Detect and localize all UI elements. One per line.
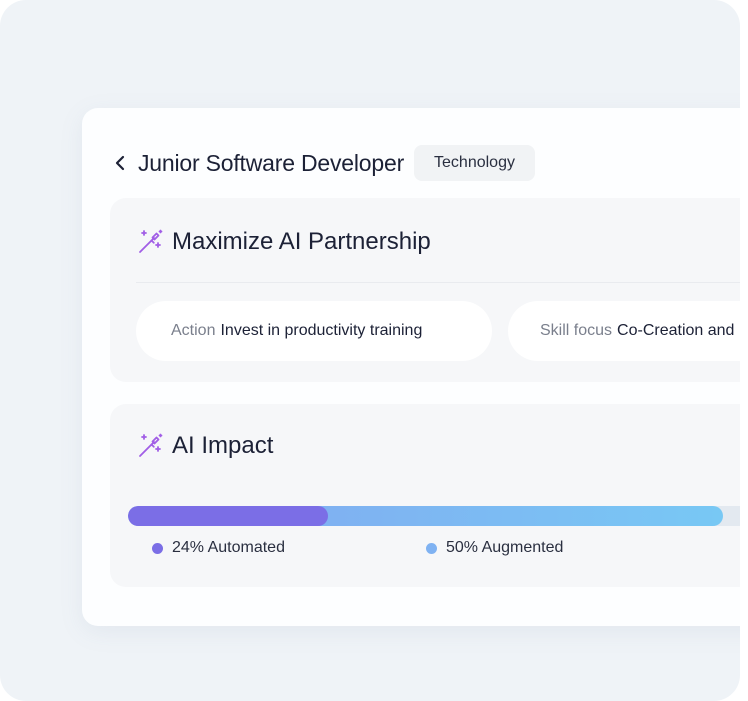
automated-bar-segment <box>128 506 328 526</box>
skill-focus-label: Skill focus <box>540 322 613 339</box>
augmented-dot <box>426 542 437 554</box>
action-label: Action <box>171 322 216 339</box>
automated-label: 24% Automated <box>172 539 285 556</box>
ai-impact-section: AI Impact 24% Automated 50% Augmented <box>110 404 740 587</box>
chevron-left-icon <box>115 155 125 171</box>
magic-wand-icon <box>139 433 163 457</box>
augmented-label: 50% Augmented <box>446 539 564 556</box>
action-value: Invest in productivity training <box>220 322 423 339</box>
section-divider <box>136 282 740 283</box>
role-title: Junior Software Developer <box>138 149 405 176</box>
ai-impact-heading: AI Impact <box>136 432 273 460</box>
partnership-section: Maximize AI Partnership Action Invest in… <box>110 198 740 382</box>
role-header: Junior Software Developer Technology <box>112 145 535 181</box>
partnership-title: Maximize AI Partnership <box>172 228 431 255</box>
impact-progress-bar <box>128 506 740 526</box>
legend-augmented: 50% Augmented <box>426 539 563 557</box>
outer-background: Junior Software Developer Technology Max… <box>0 0 740 701</box>
partnership-heading: Maximize AI Partnership <box>136 228 431 256</box>
automated-dot <box>152 542 163 554</box>
back-button[interactable] <box>112 151 128 175</box>
magic-wand-icon <box>139 229 163 253</box>
skill-focus-pill: Skill focus Co-Creation and <box>508 301 740 361</box>
skill-focus-value: Co-Creation and <box>617 322 735 339</box>
ai-impact-title: AI Impact <box>172 432 274 459</box>
role-card: Junior Software Developer Technology Max… <box>82 108 740 626</box>
action-pill: Action Invest in productivity training <box>136 301 492 361</box>
category-tag: Technology <box>414 145 535 181</box>
legend-automated: 24% Automated <box>152 539 285 557</box>
